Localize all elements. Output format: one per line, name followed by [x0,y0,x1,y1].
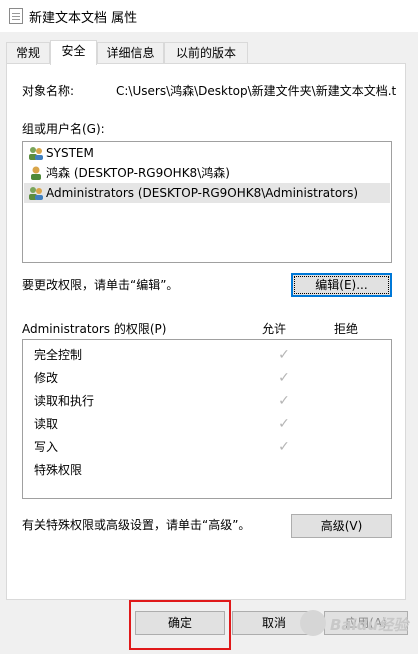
window-title: 新建文本文档 属性 [29,11,138,26]
permission-row: 修改 ✓ [34,367,384,390]
watermark-text: Baidu经验 [330,616,409,634]
permission-row: 写入 ✓ [34,436,384,459]
allow-check-icon: ✓ [278,347,290,363]
list-item-administrators[interactable]: Administrators (DESKTOP-RG9OHK8\Administ… [24,183,390,203]
advanced-button[interactable]: 高级(V) [291,514,392,538]
groups-label: 组或用户名(G): [22,122,105,136]
title-bar: 新建文本文档 属性 [0,0,418,32]
tab-details[interactable]: 详细信息 [97,42,164,64]
allow-check-icon: ✓ [278,393,290,409]
object-name-value: C:\Users\鸿森\Desktop\新建文件夹\新建文本文档.t [116,84,397,98]
permission-name: 特殊权限 [34,463,83,477]
tab-previous-versions[interactable]: 以前的版本 [164,42,248,64]
permission-name: 修改 [34,371,59,385]
permission-name: 完全控制 [34,348,83,362]
object-name-label: 对象名称: [22,84,75,98]
tab-security[interactable]: 安全 [50,40,97,65]
allow-header: 允许 [262,322,287,336]
permissions-list: 完全控制 ✓ 修改 ✓ 读取和执行 ✓ 读取 ✓ 写入 ✓ 特殊权限 [22,339,392,499]
user-icon [31,166,41,180]
tab-general[interactable]: 常规 [6,42,50,64]
edit-hint: 要更改权限，请单击“编辑”。 [22,278,179,292]
permission-row: 完全控制 ✓ [34,344,384,367]
watermark: Baidu经验 [300,600,412,650]
advanced-hint: 有关特殊权限或高级设置，请单击“高级”。 [22,518,251,532]
permissions-label: Administrators 的权限(P) [22,322,167,336]
permission-row: 读取 ✓ [34,413,384,436]
edit-button[interactable]: 编辑(E)... [291,273,392,297]
allow-check-icon: ✓ [278,416,290,432]
user-group-icon [29,147,43,160]
user-name: Administrators (DESKTOP-RG9OHK8\Administ… [46,186,359,200]
baidu-paw-icon [300,610,326,636]
list-item-system[interactable]: SYSTEM [24,143,390,163]
allow-check-icon: ✓ [278,439,290,455]
deny-header: 拒绝 [334,322,359,336]
document-icon [9,8,23,24]
permission-name: 写入 [34,440,59,454]
user-name: 鸿森 (DESKTOP-RG9OHK8\鸿森) [46,166,230,180]
ok-button-highlight [129,600,231,650]
user-name: SYSTEM [46,146,94,160]
allow-check-icon: ✓ [278,370,290,386]
permission-row: 特殊权限 [34,459,384,482]
user-group-icon [29,187,43,200]
permission-row: 读取和执行 ✓ [34,390,384,413]
permission-name: 读取 [34,417,59,431]
tab-strip: 常规 安全 详细信息 以前的版本 [0,40,418,65]
permission-name: 读取和执行 [34,394,95,408]
list-item-user[interactable]: 鸿森 (DESKTOP-RG9OHK8\鸿森) [24,163,390,183]
user-list[interactable]: SYSTEM 鸿森 (DESKTOP-RG9OHK8\鸿森) Administr… [22,141,392,263]
